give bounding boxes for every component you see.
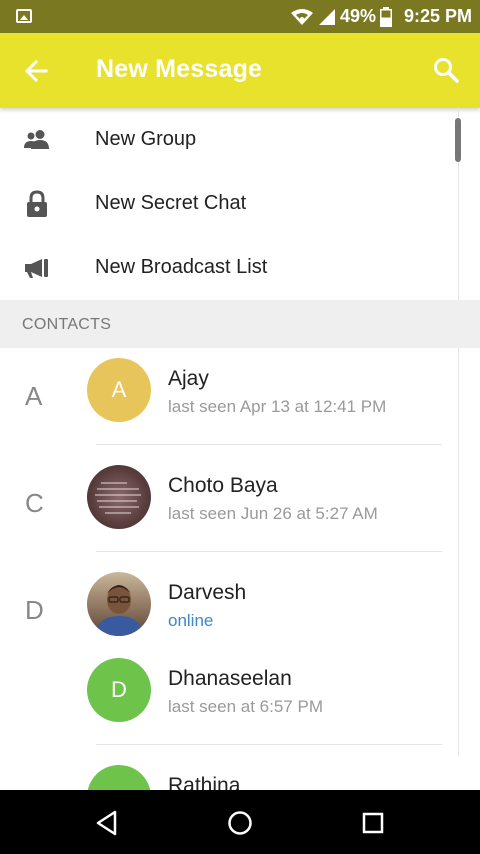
contact-item-dhanaseelan[interactable]: D Dhanaseelan last seen at 6:57 PM bbox=[0, 648, 458, 755]
avatar bbox=[87, 465, 151, 529]
avatar-initial: A bbox=[111, 377, 127, 402]
contacts-header-label: CONTACTS bbox=[22, 316, 112, 333]
avatar-initial: D bbox=[111, 677, 127, 702]
contact-name: Choto Baya bbox=[168, 474, 278, 497]
status-bar-right: 49% 9:25 PM bbox=[290, 0, 472, 33]
contact-name: Darvesh bbox=[168, 581, 247, 604]
divider bbox=[96, 744, 442, 745]
signal-icon bbox=[318, 8, 335, 25]
avatar bbox=[87, 572, 151, 636]
contact-status: last seen at 6:57 PM bbox=[168, 697, 323, 716]
recents-icon[interactable] bbox=[356, 806, 390, 840]
contact-name: Ajay bbox=[168, 367, 209, 390]
index-letter: A bbox=[25, 381, 43, 411]
navigation-bar bbox=[0, 790, 480, 854]
contact-name: Dhanaseelan bbox=[168, 667, 292, 690]
index-letter: C bbox=[25, 488, 44, 518]
wifi-icon bbox=[290, 8, 313, 25]
megaphone-icon bbox=[22, 254, 52, 282]
divider bbox=[96, 551, 442, 552]
battery-icon bbox=[379, 6, 392, 27]
gallery-icon bbox=[16, 9, 32, 23]
battery-percent: 49% bbox=[339, 6, 376, 26]
contact-item-ajay[interactable]: A A Ajay last seen Apr 13 at 12:41 PM bbox=[0, 348, 458, 455]
clock: 9:25 PM bbox=[403, 6, 472, 26]
avatar: D bbox=[87, 658, 151, 722]
page-title: New Message bbox=[96, 55, 263, 83]
new-broadcast-list-label: New Broadcast List bbox=[95, 256, 268, 278]
new-group-label: New Group bbox=[95, 128, 197, 150]
app-bar: New Message bbox=[0, 33, 480, 108]
back-icon[interactable] bbox=[90, 806, 124, 840]
home-icon[interactable] bbox=[223, 806, 257, 840]
contact-status: last seen Jun 26 at 5:27 AM bbox=[168, 504, 378, 523]
lock-icon bbox=[22, 190, 52, 218]
search-icon[interactable] bbox=[430, 54, 462, 86]
contacts-section-header: CONTACTS bbox=[0, 300, 480, 348]
avatar: A bbox=[87, 358, 151, 422]
divider bbox=[96, 444, 442, 445]
contact-item-choto-baya[interactable]: C Choto Baya last seen Jun 26 at 5:27 AM bbox=[0, 455, 458, 562]
group-icon bbox=[22, 126, 52, 154]
contact-status: online bbox=[168, 611, 214, 630]
new-broadcast-list-item[interactable]: New Broadcast List bbox=[0, 236, 458, 300]
back-arrow-icon[interactable] bbox=[20, 55, 52, 87]
new-secret-chat-label: New Secret Chat bbox=[95, 192, 247, 214]
new-group-item[interactable]: New Group bbox=[0, 108, 458, 172]
scroll-track bbox=[458, 108, 459, 756]
status-bar: 49% 9:25 PM bbox=[0, 0, 480, 33]
new-secret-chat-item[interactable]: New Secret Chat bbox=[0, 172, 458, 236]
index-letter: D bbox=[25, 595, 44, 625]
contact-status: last seen Apr 13 at 12:41 PM bbox=[168, 397, 387, 416]
